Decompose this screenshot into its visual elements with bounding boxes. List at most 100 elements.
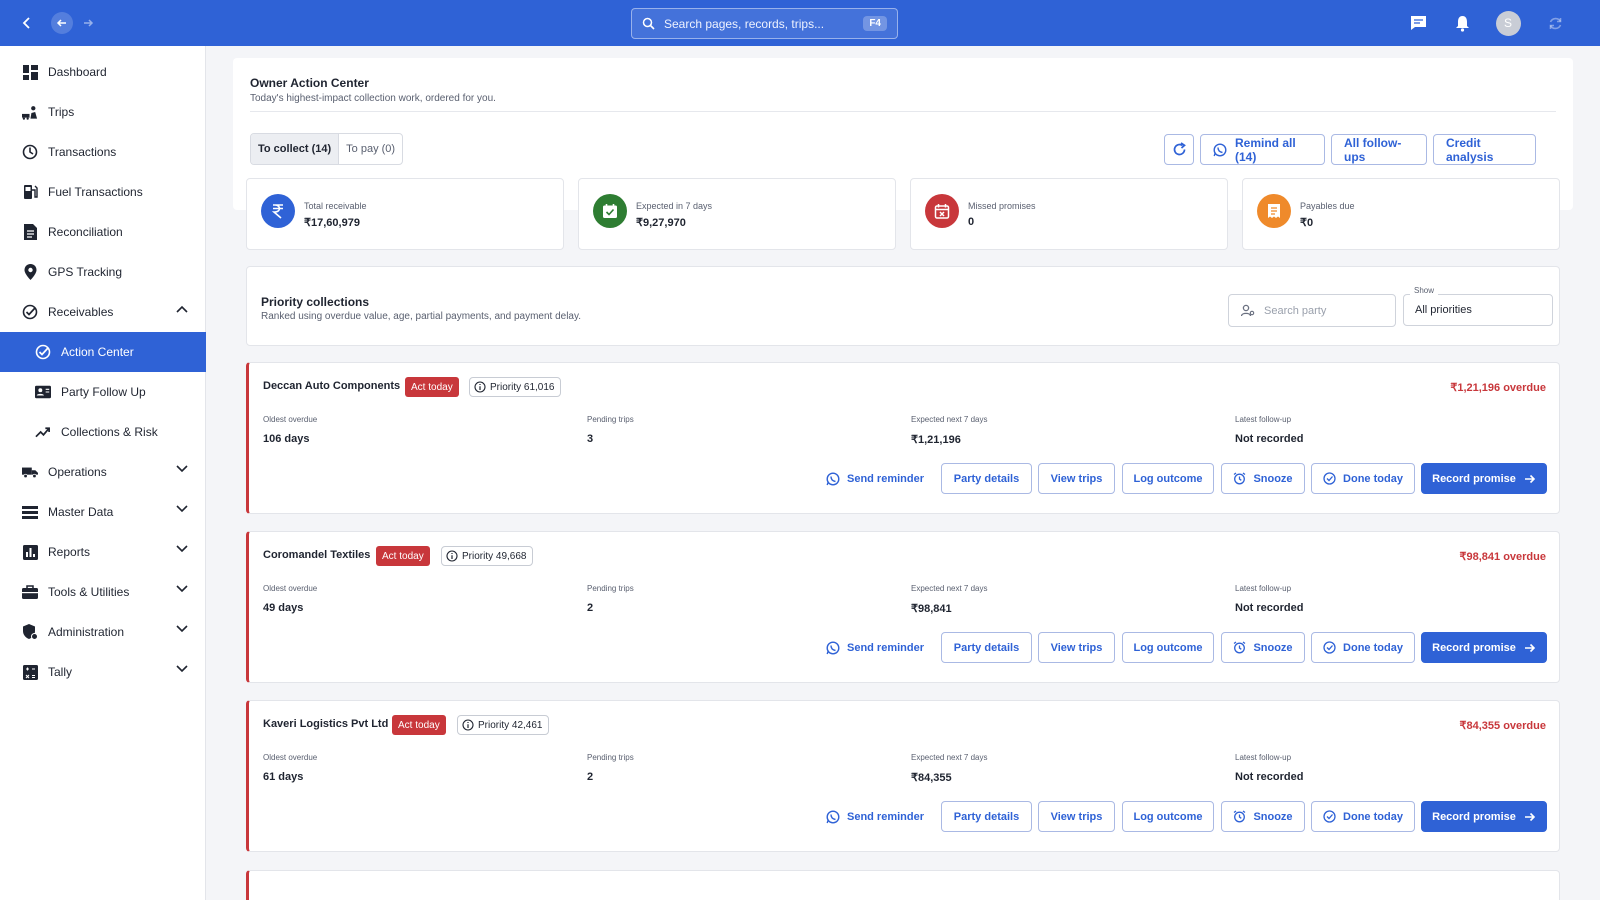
global-search[interactable]: Search pages, records, trips... F4 (631, 8, 898, 39)
party-name[interactable]: Kaveri Logistics Pvt Ltd (263, 718, 388, 730)
priority-score: Priority 61,016 (490, 381, 555, 393)
calendar-x-icon (925, 194, 959, 228)
calendar-check-icon (593, 194, 627, 228)
search-party-placeholder: Search party (1264, 304, 1327, 317)
party-details-label: Party details (953, 472, 1020, 485)
sync-icon[interactable] (1544, 0, 1566, 46)
sidebar-item-trips[interactable]: Trips (0, 92, 206, 132)
sidebar-item-tally[interactable]: Tally (0, 652, 206, 692)
sidebar-item-master-data[interactable]: Master Data (0, 492, 206, 532)
kpi-total-receivable: Total receivable ₹17,60,979 (246, 178, 564, 250)
kpi-label: Total receivable (304, 201, 367, 211)
sidebar-item-reports[interactable]: Reports (0, 532, 206, 572)
view-trips-button[interactable]: View trips (1038, 801, 1115, 832)
view-trips-button[interactable]: View trips (1038, 463, 1115, 494)
chat-icon[interactable] (1406, 0, 1430, 46)
check-circle-icon (1323, 472, 1343, 485)
send-reminder-label: Send reminder (846, 472, 925, 485)
party-details-button[interactable]: Party details (941, 801, 1032, 832)
party-name[interactable]: Coromandel Textiles (263, 549, 370, 561)
tab-to-pay[interactable]: To pay (0) (339, 134, 402, 164)
party-name[interactable]: Deccan Auto Components (263, 380, 400, 392)
sidebar-item-party-follow-up[interactable]: Party Follow Up (0, 372, 206, 412)
log-outcome-button[interactable]: Log outcome (1122, 801, 1214, 832)
avatar[interactable]: S (1495, 0, 1521, 46)
sidebar-item-label: Master Data (48, 505, 114, 519)
view-trips-label: View trips (1050, 810, 1103, 823)
field-label: Pending trips (587, 753, 634, 762)
done-today-button[interactable]: Done today (1311, 632, 1415, 663)
sidebar-item-label: Receivables (48, 305, 114, 319)
back-icon[interactable] (16, 12, 38, 34)
dashboard-icon (22, 64, 38, 80)
snooze-button[interactable]: Snooze (1221, 801, 1305, 832)
top-bar: Search pages, records, trips... F4 S (0, 0, 1600, 46)
all-followups-label: All follow-ups (1344, 135, 1402, 164)
sidebar-item-label: Administration (48, 625, 125, 639)
done-today-button[interactable]: Done today (1311, 801, 1415, 832)
log-outcome-button[interactable]: Log outcome (1122, 632, 1214, 663)
check-circle-icon (1323, 641, 1343, 654)
party-details-button[interactable]: Party details (941, 632, 1032, 663)
credit-analysis-label: Credit analysis (1446, 135, 1494, 164)
bell-icon[interactable] (1450, 0, 1474, 46)
snooze-button[interactable]: Snooze (1221, 463, 1305, 494)
alarm-clock-icon (1233, 810, 1253, 823)
alarm-clock-icon (1233, 472, 1253, 485)
all-followups-button[interactable]: All follow-ups (1331, 134, 1427, 165)
field-label: Oldest overdue (263, 753, 318, 762)
credit-analysis-button[interactable]: Credit analysis (1433, 134, 1536, 165)
sidebar-item-fuel-transactions[interactable]: Fuel Transactions (0, 172, 206, 212)
info-icon (446, 550, 462, 562)
sidebar-item-label: Trips (48, 105, 75, 119)
sidebar-item-receivables[interactable]: Receivables (0, 292, 206, 332)
arrow-right-icon[interactable] (77, 12, 99, 34)
record-promise-button[interactable]: Record promise (1421, 463, 1547, 494)
field-label: Expected next 7 days (911, 415, 988, 424)
party-details-button[interactable]: Party details (941, 463, 1032, 494)
log-outcome-button[interactable]: Log outcome (1122, 463, 1214, 494)
sidebar-item-gps-tracking[interactable]: GPS Tracking (0, 252, 206, 292)
truck-person-icon (22, 104, 38, 120)
done-today-button[interactable]: Done today (1311, 463, 1415, 494)
field-label: Oldest overdue (263, 584, 318, 593)
list-icon (22, 504, 38, 520)
field-value: 106 days (263, 433, 310, 445)
priority-filter-select[interactable]: All priorities (1403, 294, 1553, 326)
alarm-clock-icon (1233, 641, 1253, 654)
snooze-button[interactable]: Snooze (1221, 632, 1305, 663)
view-trips-button[interactable]: View trips (1038, 632, 1115, 663)
send-reminder-button[interactable]: Send reminder (819, 632, 931, 663)
sidebar-item-action-center[interactable]: Action Center (0, 332, 206, 372)
sidebar-item-transactions[interactable]: Transactions (0, 132, 206, 172)
record-promise-button[interactable]: Record promise (1421, 632, 1547, 663)
sidebar-item-reconciliation[interactable]: Reconciliation (0, 212, 206, 252)
sidebar-item-label: Dashboard (48, 65, 107, 79)
field-value: 2 (587, 602, 594, 614)
record-promise-button[interactable]: Record promise (1421, 801, 1547, 832)
kpi-label: Expected in 7 days (636, 201, 713, 211)
field-label: Oldest overdue (263, 415, 318, 424)
remind-all-button[interactable]: Remind all (14) (1200, 134, 1325, 165)
record-promise-label: Record promise (1432, 472, 1516, 485)
send-reminder-button[interactable]: Send reminder (819, 463, 931, 494)
search-party-input[interactable]: Search party (1228, 294, 1396, 327)
sidebar-item-administration[interactable]: Administration (0, 612, 206, 652)
search-icon (642, 17, 655, 30)
field-value: 3 (587, 433, 594, 445)
sidebar-item-tools-utilities[interactable]: Tools & Utilities (0, 572, 206, 612)
field-value: 49 days (263, 602, 304, 614)
tab-to-collect[interactable]: To collect (14) (251, 134, 340, 164)
priority-badge: Priority 42,461 (457, 715, 550, 735)
field-label: Pending trips (587, 415, 634, 424)
arrow-left-icon[interactable] (51, 12, 73, 34)
field-value: Not recorded (1235, 602, 1304, 614)
sidebar-item-operations[interactable]: Operations (0, 452, 206, 492)
main-content: Owner Action Center Today's highest-impa… (206, 46, 1600, 900)
arrow-right-icon (1516, 642, 1536, 654)
page-title: Owner Action Center (250, 76, 369, 90)
sidebar-item-dashboard[interactable]: Dashboard (0, 52, 206, 92)
send-reminder-button[interactable]: Send reminder (819, 801, 931, 832)
refresh-button[interactable] (1164, 134, 1194, 165)
sidebar-item-collections-risk[interactable]: Collections & Risk (0, 412, 206, 452)
